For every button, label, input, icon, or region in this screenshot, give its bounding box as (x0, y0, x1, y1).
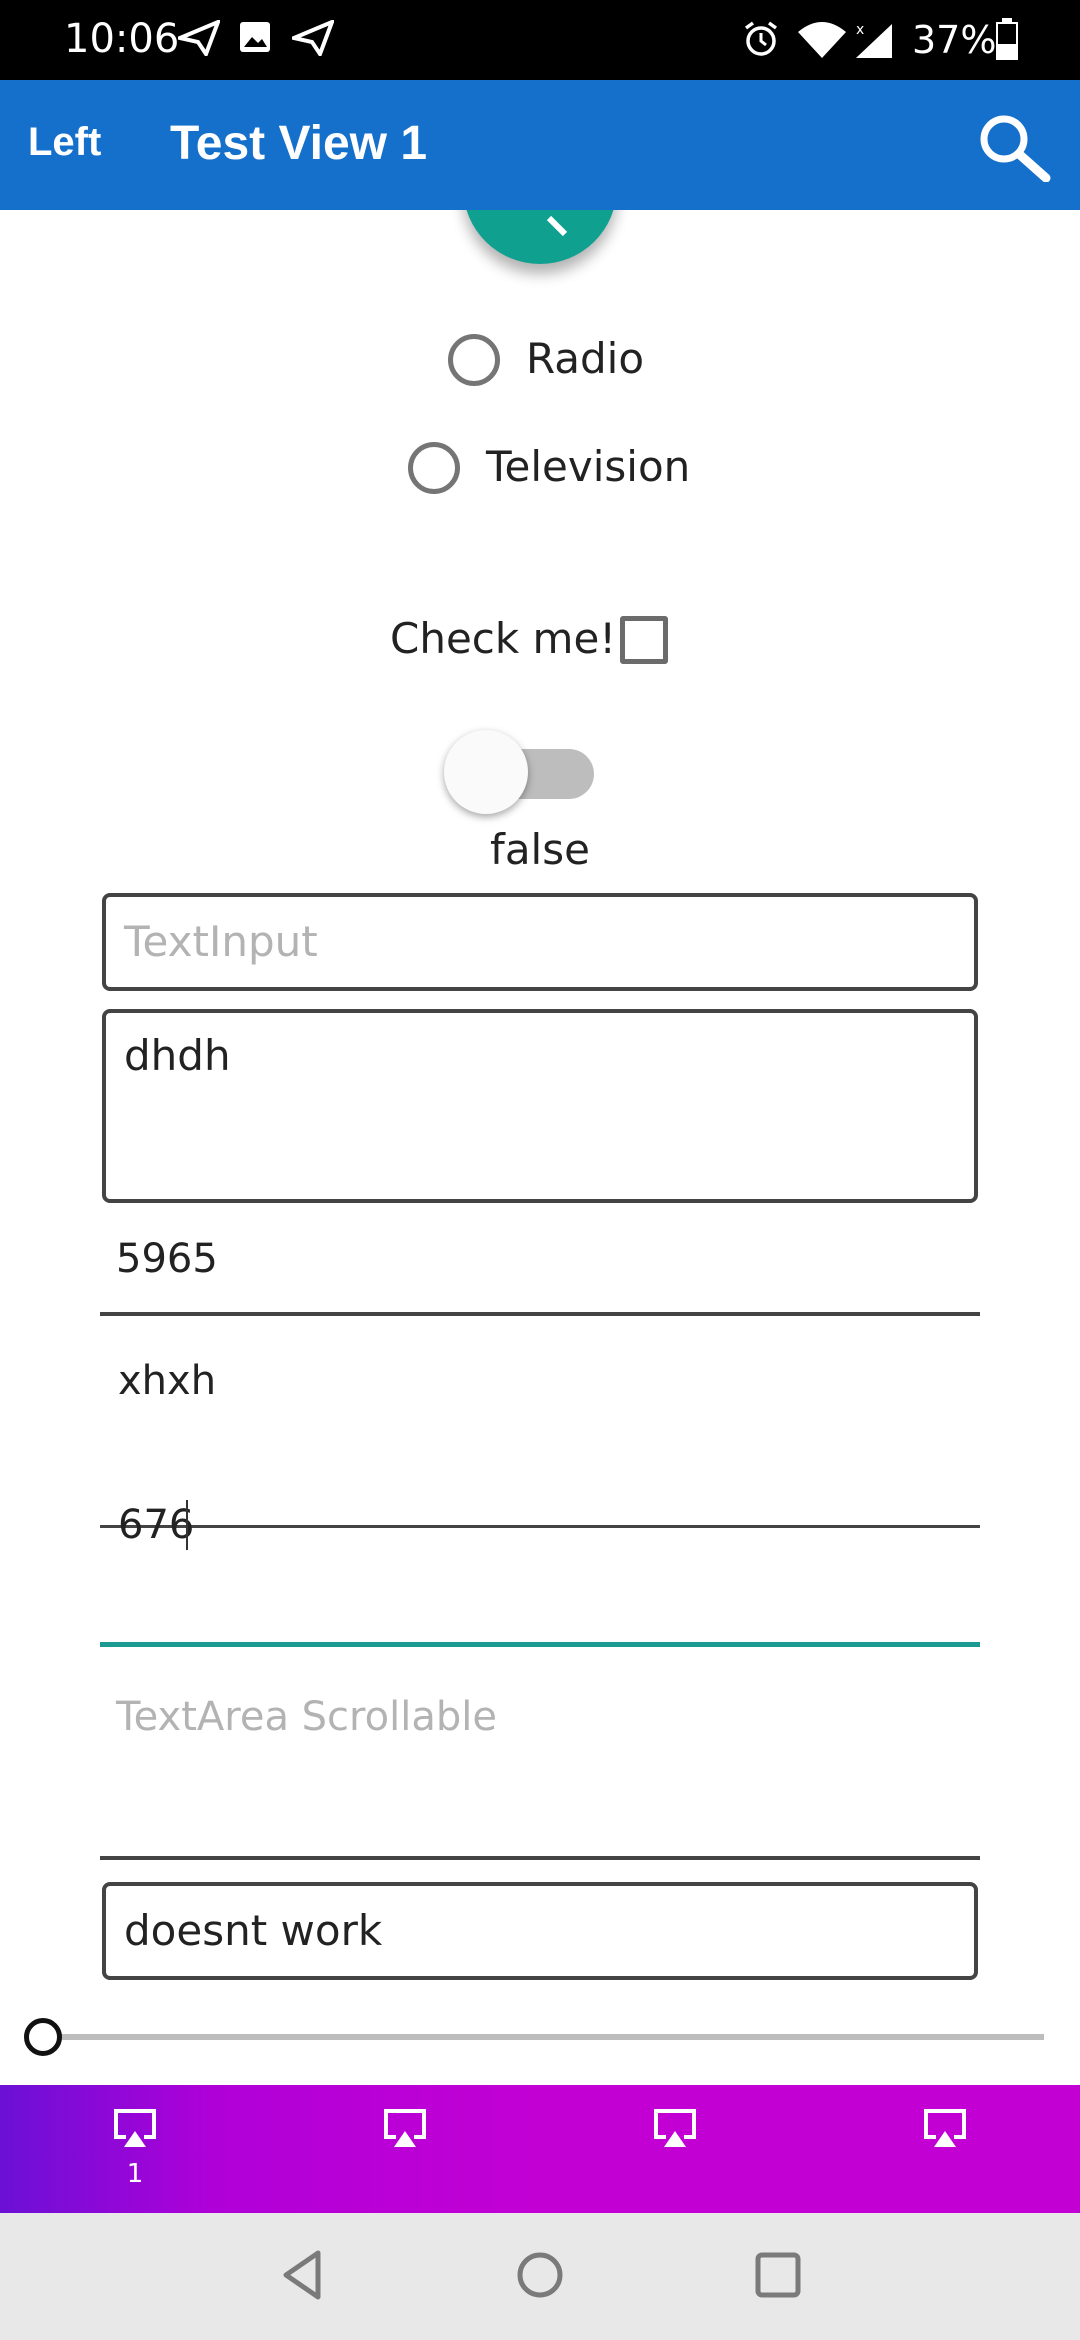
checkbox-label: Check me! (390, 614, 617, 663)
wifi-icon (798, 22, 846, 58)
cast-icon (384, 2109, 426, 2147)
tab-4[interactable] (810, 2085, 1080, 2213)
text-input[interactable]: TextInput (102, 893, 978, 991)
number-field[interactable]: 5965 (100, 1236, 980, 1316)
left-button[interactable]: Left (28, 120, 101, 165)
radio-option-television[interactable]: Television (408, 440, 708, 500)
text-area[interactable]: dhdh (102, 1009, 978, 1203)
alarm-icon (744, 21, 778, 56)
toggle-state-text: false (490, 825, 590, 874)
radio-label: Television (486, 442, 691, 491)
slider-track[interactable] (44, 2034, 1044, 2040)
send-notification-icon (178, 20, 220, 56)
search-button[interactable] (976, 112, 1052, 183)
back-icon[interactable] (272, 2243, 336, 2307)
radio-option-radio[interactable]: Radio (448, 332, 648, 392)
cell-signal-icon: x (856, 22, 892, 58)
bottom-tab-bar: 1 (0, 2085, 1080, 2213)
multiline-field[interactable]: xhxh 676 (100, 1352, 980, 1648)
radio-button-circle[interactable] (448, 334, 500, 386)
radio-label: Radio (526, 334, 645, 383)
slider-thumb[interactable] (24, 2018, 62, 2056)
multiline-line-1: xhxh (118, 1358, 217, 1404)
home-icon[interactable] (508, 2243, 572, 2307)
search-icon (980, 115, 1051, 183)
tab-badge: 1 (126, 2159, 144, 2189)
checkbox-row[interactable]: Check me! (390, 612, 680, 672)
text-area-value: dhdh (124, 1031, 231, 1080)
page-title: Test View 1 (170, 117, 428, 170)
tab-3[interactable] (540, 2085, 810, 2213)
number-field-value: 5965 (116, 1236, 218, 1282)
status-bar: 10:06 x 37% (0, 0, 1080, 80)
search-icon-partial (546, 215, 568, 237)
text-input-placeholder: TextInput (124, 917, 318, 966)
send-notification-icon-2 (292, 20, 334, 56)
checkbox[interactable] (620, 616, 668, 664)
cast-icon (654, 2109, 696, 2147)
status-time: 10:06 (64, 16, 180, 62)
tab-2[interactable] (270, 2085, 540, 2213)
focus-underline (100, 1642, 980, 1647)
system-nav-bar (0, 2213, 1080, 2340)
bottom-text-input[interactable]: doesnt work (102, 1882, 978, 1980)
cast-icon (924, 2109, 966, 2147)
svg-text:x: x (856, 22, 864, 38)
scrollable-text-area[interactable]: TextArea Scrollable (100, 1690, 980, 1860)
battery-icon (996, 18, 1018, 60)
battery-percent: 37% (912, 18, 997, 62)
multiline-line-2: 676 (118, 1502, 195, 1548)
bottom-text-input-value: doesnt work (124, 1906, 383, 1955)
text-cursor (186, 1500, 188, 1550)
recents-icon[interactable] (746, 2243, 810, 2307)
cast-icon (114, 2109, 156, 2147)
strike-line (100, 1525, 980, 1528)
tab-1[interactable]: 1 (0, 2085, 270, 2213)
app-bar: Left Test View 1 (0, 80, 1080, 210)
toggle-thumb[interactable] (444, 730, 528, 814)
scrollable-text-area-placeholder: TextArea Scrollable (116, 1694, 497, 1740)
image-notification-icon (240, 22, 270, 52)
radio-button-circle[interactable] (408, 442, 460, 494)
